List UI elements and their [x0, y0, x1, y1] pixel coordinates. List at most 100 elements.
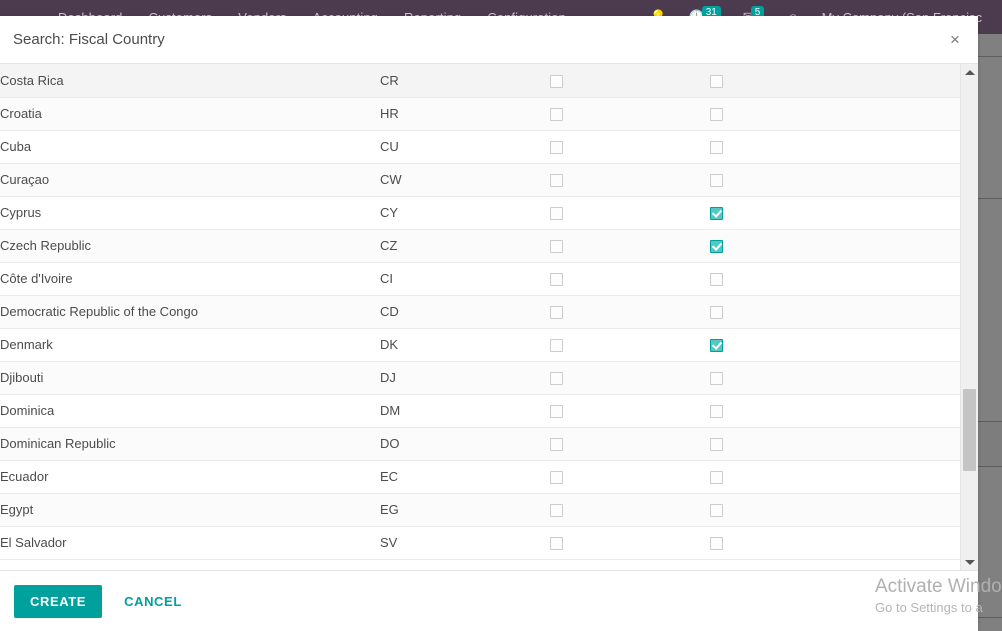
table-row[interactable]: Côte d'Ivoire CI	[0, 262, 960, 295]
table-row[interactable]: Costa Rica CR	[0, 64, 960, 97]
country-name-cell[interactable]: Côte d'Ivoire	[0, 262, 380, 295]
country-code-cell: CI	[380, 271, 393, 286]
close-icon[interactable]: ×	[944, 29, 966, 51]
checkbox-column-2-cell	[710, 163, 960, 196]
table-row[interactable]: Dominica DM	[0, 394, 960, 427]
checkbox-column-1-cell	[550, 526, 710, 559]
checkbox-column-2-cell	[710, 196, 960, 229]
table-row[interactable]: Curaçao CW	[0, 163, 960, 196]
country-name-cell[interactable]: Democratic Republic of the Congo	[0, 295, 380, 328]
checkbox-unchecked[interactable]	[550, 141, 563, 155]
checkbox-column-2-cell	[710, 295, 960, 328]
table-row[interactable]: Democratic Republic of the Congo CD	[0, 295, 960, 328]
checkbox-unchecked[interactable]	[550, 537, 563, 551]
checkbox-column-2-cell	[710, 526, 960, 559]
search-dialog: Search: Fiscal Country × Costa Rica CR Cro…	[0, 16, 978, 631]
table-row[interactable]: Dominican Republic DO	[0, 427, 960, 460]
country-code-cell: HR	[380, 106, 399, 121]
checkbox-unchecked[interactable]	[710, 141, 723, 155]
dialog-header: Search: Fiscal Country ×	[0, 16, 978, 64]
checkbox-column-1-cell	[550, 361, 710, 394]
country-name-cell[interactable]: Djibouti	[0, 361, 380, 394]
checkbox-unchecked[interactable]	[710, 471, 723, 485]
country-name-cell[interactable]: Cyprus	[0, 196, 380, 229]
checkbox-unchecked[interactable]	[550, 339, 563, 353]
scroll-down-arrow-icon[interactable]	[961, 554, 978, 570]
checkbox-column-2-cell	[710, 361, 960, 394]
checkbox-unchecked[interactable]	[710, 174, 723, 188]
checkbox-unchecked[interactable]	[550, 306, 563, 320]
country-name-cell[interactable]: Costa Rica	[0, 64, 380, 97]
checkbox-unchecked[interactable]	[550, 207, 563, 221]
vertical-scrollbar[interactable]	[960, 64, 978, 570]
checkbox-checked[interactable]	[710, 339, 723, 353]
checkbox-unchecked[interactable]	[550, 504, 563, 518]
table-row[interactable]: Cuba CU	[0, 130, 960, 163]
country-name-cell[interactable]: Curaçao	[0, 163, 380, 196]
checkbox-unchecked[interactable]	[550, 438, 563, 452]
country-name-cell[interactable]: Cuba	[0, 130, 380, 163]
checkbox-column-1-cell	[550, 460, 710, 493]
country-code-cell: DM	[380, 403, 401, 418]
checkbox-column-2-cell	[710, 262, 960, 295]
checkbox-unchecked[interactable]	[710, 438, 723, 452]
country-code-cell: EC	[380, 469, 399, 484]
country-code-cell: CY	[380, 205, 399, 220]
scrollbar-thumb[interactable]	[963, 389, 976, 471]
checkbox-unchecked[interactable]	[550, 273, 563, 287]
country-name-cell[interactable]: Denmark	[0, 328, 380, 361]
table-row[interactable]: Croatia HR	[0, 97, 960, 130]
table-row[interactable]: Djibouti DJ	[0, 361, 960, 394]
table-row[interactable]: Egypt EG	[0, 493, 960, 526]
table-row[interactable]: Ecuador EC	[0, 460, 960, 493]
checkbox-unchecked[interactable]	[710, 504, 723, 518]
checkbox-unchecked[interactable]	[710, 273, 723, 287]
country-name-cell[interactable]: El Salvador	[0, 526, 380, 559]
checkbox-column-1-cell	[550, 196, 710, 229]
checkbox-column-1-cell	[550, 295, 710, 328]
checkbox-unchecked[interactable]	[550, 74, 563, 88]
country-name-cell[interactable]: Croatia	[0, 97, 380, 130]
checkbox-unchecked[interactable]	[710, 405, 723, 419]
checkbox-column-2-cell	[710, 460, 960, 493]
country-code-cell: CZ	[380, 238, 398, 253]
checkbox-unchecked[interactable]	[710, 74, 723, 88]
checkbox-unchecked[interactable]	[550, 174, 563, 188]
checkbox-unchecked[interactable]	[550, 240, 563, 254]
country-table: Costa Rica CR Croatia HR Cuba CU Curaçao CW Cypr…	[0, 64, 960, 560]
checkbox-column-2-cell	[710, 229, 960, 262]
cancel-button[interactable]: CANCEL	[120, 585, 186, 618]
country-name-cell[interactable]: Dominican Republic	[0, 427, 380, 460]
checkbox-column-2-cell	[710, 97, 960, 130]
checkbox-unchecked[interactable]	[710, 372, 723, 386]
dialog-footer: CREATE CANCEL	[0, 570, 978, 631]
country-name-cell[interactable]: Czech Republic	[0, 229, 380, 262]
checkbox-unchecked[interactable]	[710, 306, 723, 320]
scroll-up-arrow-icon[interactable]	[961, 64, 978, 80]
checkbox-column-2-cell	[710, 130, 960, 163]
checkbox-unchecked[interactable]	[710, 537, 723, 551]
checkbox-unchecked[interactable]	[550, 372, 563, 386]
checkbox-column-1-cell	[550, 130, 710, 163]
checkbox-checked[interactable]	[710, 240, 723, 254]
checkbox-column-1-cell	[550, 64, 710, 97]
screen: DashboardCustomersVendorsAccountingRepor…	[0, 0, 1002, 631]
checkbox-unchecked[interactable]	[550, 471, 563, 485]
country-name-cell[interactable]: Dominica	[0, 394, 380, 427]
create-button[interactable]: CREATE	[14, 584, 103, 618]
country-code-cell: CR	[380, 72, 399, 88]
country-name-cell[interactable]: Egypt	[0, 493, 380, 526]
country-name-cell[interactable]: Ecuador	[0, 460, 380, 493]
checkbox-column-2-cell	[710, 328, 960, 361]
checkbox-column-1-cell	[550, 229, 710, 262]
table-row[interactable]: Czech Republic CZ	[0, 229, 960, 262]
checkbox-unchecked[interactable]	[550, 108, 563, 122]
checkbox-column-1-cell	[550, 163, 710, 196]
table-row[interactable]: Cyprus CY	[0, 196, 960, 229]
checkbox-checked[interactable]	[710, 207, 723, 221]
checkbox-unchecked[interactable]	[710, 108, 723, 122]
table-row[interactable]: El Salvador SV	[0, 526, 960, 559]
table-row[interactable]: Denmark DK	[0, 328, 960, 361]
checkbox-unchecked[interactable]	[550, 405, 563, 419]
country-code-cell: DJ	[380, 370, 396, 385]
